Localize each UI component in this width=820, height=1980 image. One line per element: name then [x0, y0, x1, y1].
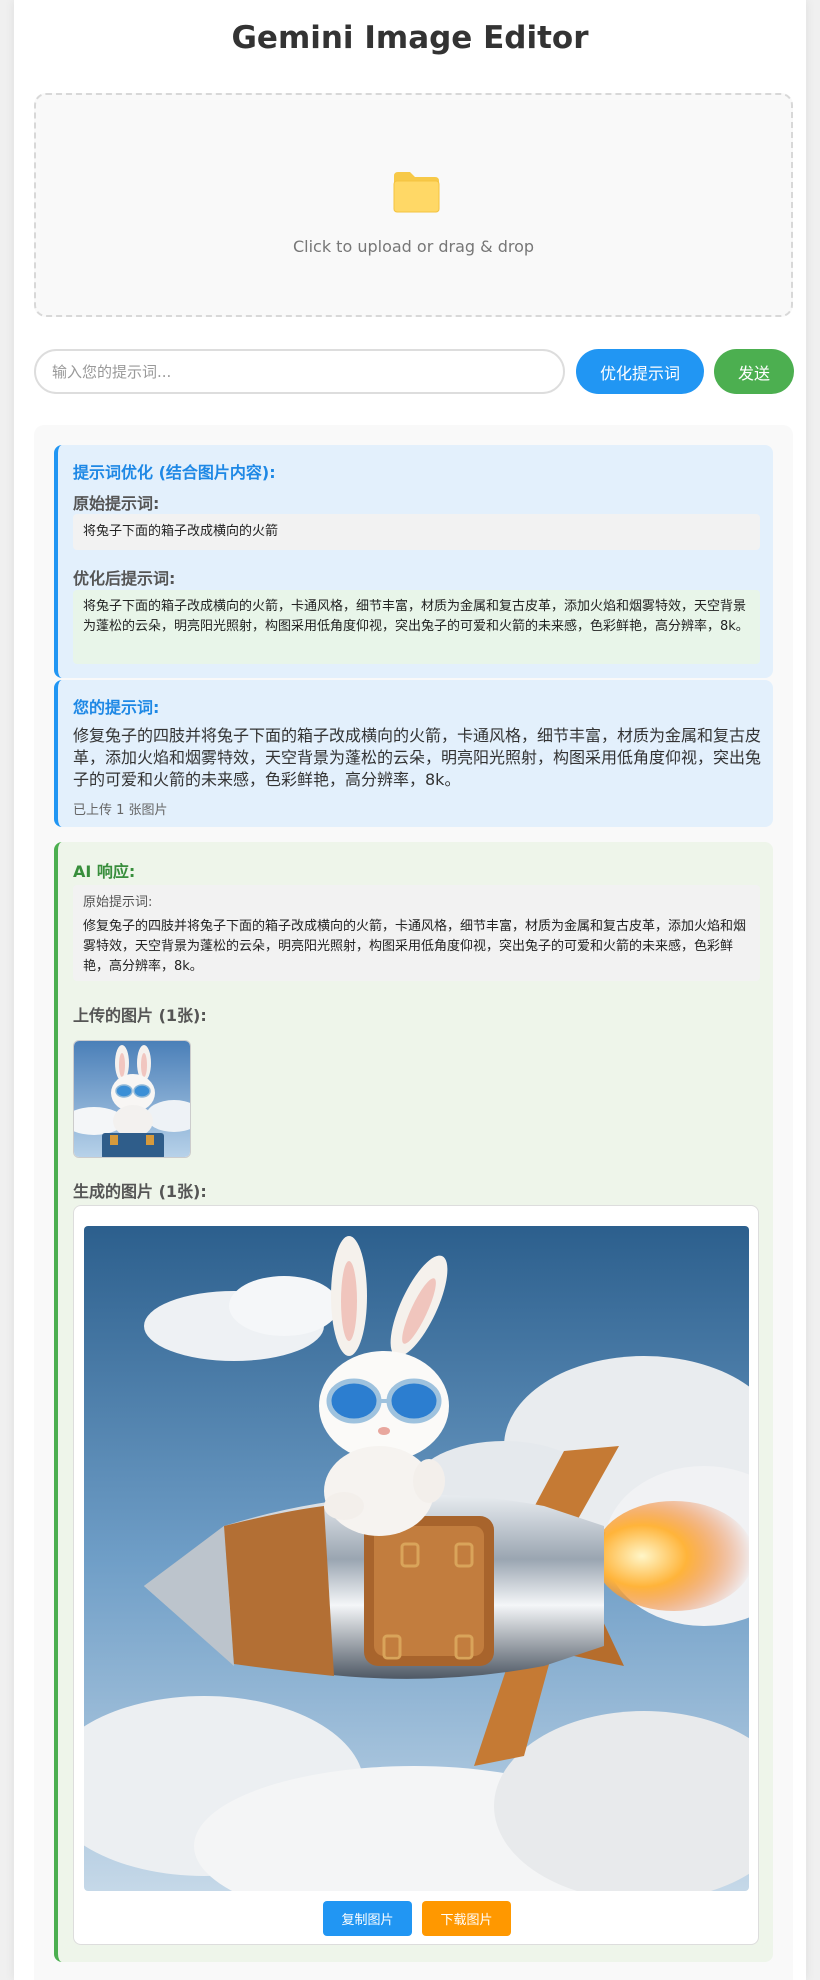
original-prompt-label: 原始提示词:	[73, 494, 160, 513]
uploaded-images-label: 上传的图片 (1张):	[73, 1006, 207, 1025]
original-prompt-text: 将兔子下面的箱子改成横向的火箭	[73, 514, 760, 550]
generated-image-card: 复制图片 下载图片	[73, 1205, 759, 1945]
bunny-thumbnail-image	[74, 1041, 190, 1157]
upload-dropzone[interactable]: Click to upload or drag & drop	[34, 93, 793, 317]
generated-images-label: 生成的图片 (1张):	[73, 1182, 207, 1201]
ai-original-prompt: 原始提示词: 修复兔子的四肢并将兔子下面的箱子改成横向的火箭，卡通风格，细节丰富…	[73, 885, 760, 981]
optimize-message: 提示词优化 (结合图片内容): 原始提示词: 将兔子下面的箱子改成横向的火箭 优…	[54, 445, 773, 678]
app-container: Gemini Image Editor Click to upload or d…	[14, 0, 806, 1980]
user-message: 您的提示词: 修复兔子的四肢并将兔子下面的箱子改成横向的火箭，卡通风格，细节丰富…	[54, 680, 773, 827]
optimized-prompt-text: 将兔子下面的箱子改成横向的火箭，卡通风格，细节丰富，材质为金属和复古皮革，添加火…	[73, 590, 760, 664]
folder-icon	[393, 172, 440, 213]
copy-image-button[interactable]: 复制图片	[323, 1901, 412, 1936]
chat-panel[interactable]: 提示词优化 (结合图片内容): 原始提示词: 将兔子下面的箱子改成横向的火箭 优…	[34, 425, 793, 1980]
user-prompt-text: 修复兔子的四肢并将兔子下面的箱子改成横向的火箭，卡通风格，细节丰富，材质为金属和…	[73, 726, 762, 789]
ai-heading: AI 响应:	[73, 862, 136, 881]
upload-status: 已上传 1 张图片	[73, 803, 168, 818]
optimized-prompt-label: 优化后提示词:	[73, 569, 176, 588]
optimize-prompt-button[interactable]: 优化提示词	[576, 349, 704, 394]
optimize-heading: 提示词优化 (结合图片内容):	[73, 463, 276, 482]
uploaded-image-thumbnail[interactable]	[73, 1040, 191, 1158]
download-image-button[interactable]: 下载图片	[422, 1901, 511, 1936]
ai-message: AI 响应: 原始提示词: 修复兔子的四肢并将兔子下面的箱子改成横向的火箭，卡通…	[54, 842, 773, 1962]
ai-original-label: 原始提示词:	[83, 895, 153, 910]
send-button[interactable]: 发送	[714, 349, 794, 394]
prompt-input[interactable]	[34, 349, 565, 394]
user-prompt-heading: 您的提示词:	[73, 698, 160, 717]
bunny-rocket-image	[84, 1226, 749, 1891]
upload-hint: Click to upload or drag & drop	[292, 237, 535, 256]
page-title: Gemini Image Editor	[231, 20, 589, 56]
ai-original-text: 修复兔子的四肢并将兔子下面的箱子改成横向的火箭，卡通风格，细节丰富，材质为金属和…	[83, 919, 747, 974]
generated-image[interactable]	[84, 1226, 749, 1891]
